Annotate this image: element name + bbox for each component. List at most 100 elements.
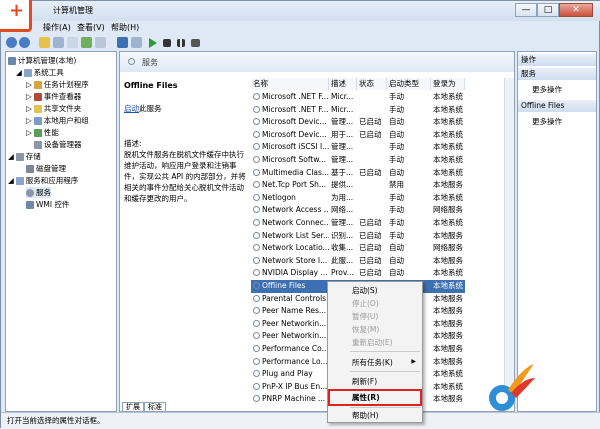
- service-row[interactable]: Microsoft Softw... 管理... 手动 本地系统: [251, 154, 465, 167]
- ctx-start[interactable]: 启动(S): [328, 284, 422, 297]
- service-name-cell: Peer Name Res...: [253, 305, 329, 318]
- service-name-cell: Network Connec...: [253, 217, 329, 230]
- gear-icon: [253, 130, 260, 138]
- menu-action[interactable]: 操作(A): [43, 22, 71, 33]
- close-button[interactable]: ✕: [559, 3, 593, 17]
- service-row[interactable]: Microsoft iSCSI I... 管理... 手动 本地系统: [251, 141, 465, 154]
- forward-icon[interactable]: [19, 37, 30, 48]
- tree-item-wmi[interactable]: WMI 控件: [26, 199, 69, 210]
- service-row[interactable]: Netlogon 为用... 手动 本地系统: [251, 192, 465, 205]
- service-status-cell: 已启动: [359, 167, 382, 177]
- start-service-icon[interactable]: [149, 38, 157, 48]
- service-row[interactable]: Network Access ... 网络... 手动 网络服务: [251, 204, 465, 217]
- tree-item-disk-management[interactable]: 磁盘管理: [26, 163, 66, 174]
- service-name-cell: Multimedia Clas...: [253, 167, 329, 180]
- toolbar: [1, 35, 600, 51]
- ctx-all-tasks[interactable]: 所有任务(K): [328, 356, 422, 369]
- collapse-icon[interactable]: ◢: [16, 68, 22, 77]
- service-desc-cell: 为用...: [331, 192, 354, 202]
- properties-icon[interactable]: [67, 37, 78, 48]
- column-header-status[interactable]: 状态: [357, 78, 387, 90]
- tree-item-services-apps[interactable]: ◢ 服务和应用程序: [8, 175, 78, 186]
- export-list-icon[interactable]: [95, 37, 106, 48]
- service-name-title: Offline Files: [124, 81, 178, 90]
- context-menu: 启动(S) 停止(O) 暂停(U) 恢复(M) 重新启动(E) 所有任务(K) …: [327, 281, 423, 423]
- tree-item-storage[interactable]: ◢ 存储: [8, 151, 41, 162]
- service-row[interactable]: Network Store I... 此服... 已启动 自动 本地服务: [251, 255, 465, 268]
- ctx-help[interactable]: 帮助(H): [328, 409, 422, 422]
- service-row[interactable]: Microsoft .NET F... Micr... 手动 本地系统: [251, 91, 465, 104]
- service-logon-cell: 本地服务: [433, 344, 463, 353]
- tree-item-services[interactable]: 服务: [26, 187, 51, 198]
- service-row[interactable]: Microsoft Devic... 用于... 已启动 自动 本地系统: [251, 129, 465, 142]
- gear-icon: [253, 105, 260, 113]
- tools-icon: [23, 68, 32, 77]
- more-actions-services[interactable]: 更多操作: [532, 84, 562, 95]
- ctx-resume: 恢复(M): [352, 325, 380, 334]
- expand-icon[interactable]: ▷: [26, 104, 32, 113]
- maximize-button[interactable]: □: [537, 3, 559, 17]
- start-service-link[interactable]: 启动: [124, 104, 139, 113]
- service-startup-cell: 自动: [389, 129, 404, 139]
- service-row[interactable]: Network Connec... 管理... 已启动 手动 本地系统: [251, 217, 465, 230]
- expand-icon[interactable]: ▷: [26, 92, 32, 101]
- service-desc-cell: 管理...: [331, 117, 354, 127]
- tab-standard[interactable]: 标准: [144, 402, 166, 412]
- service-status-cell: 已启动: [359, 117, 382, 127]
- actions-group-offline-files[interactable]: Offline Files: [518, 100, 596, 112]
- back-icon[interactable]: [6, 37, 17, 48]
- menu-help[interactable]: 帮助(H): [111, 22, 139, 33]
- column-header-description[interactable]: 描述: [329, 78, 357, 90]
- column-header-name[interactable]: 名称: [251, 78, 329, 90]
- tree-item-local-users[interactable]: ▷ 本地用户和组: [26, 115, 89, 126]
- help-icon[interactable]: [117, 37, 128, 48]
- ctx-refresh[interactable]: 刷新(F): [328, 375, 422, 388]
- collapse-icon[interactable]: ◢: [8, 176, 14, 185]
- minimize-button[interactable]: —: [515, 3, 537, 17]
- column-header-logon-as[interactable]: 登录为: [431, 78, 465, 90]
- tree-item-performance[interactable]: ▷ 性能: [26, 127, 59, 138]
- tree-item-task-scheduler[interactable]: ▷ 任务计划程序: [26, 79, 89, 90]
- restart-service-icon[interactable]: [191, 39, 200, 47]
- service-row[interactable]: Microsoft Devic... 管理... 已启动 自动 本地系统: [251, 116, 465, 129]
- service-row[interactable]: NVIDIA Display ... Prov... 已启动 自动 本地系统: [251, 267, 465, 280]
- tree-item-computer-management[interactable]: 计算机管理(本地): [8, 55, 76, 66]
- stop-service-icon[interactable]: [163, 39, 171, 47]
- service-name-cell: Network Access ...: [253, 204, 329, 217]
- service-row[interactable]: Microsoft .NET F... Micr... 手动 本地系统: [251, 104, 465, 117]
- gear-icon: [253, 143, 260, 151]
- vertical-scrollbar[interactable]: [504, 78, 514, 402]
- description-text: 脱机文件服务在脱机文件缓存中执行维护活动，响应用户登录和注销事件，实现公共 AP…: [124, 150, 246, 203]
- expand-icon[interactable]: ▷: [26, 80, 32, 89]
- tree-item-shared-folders[interactable]: ▷ 共享文件夹: [26, 103, 81, 114]
- service-row[interactable]: Network Locatio... 收集... 已启动 自动 网络服务: [251, 242, 465, 255]
- service-name-cell: PnP-X IP Bus En...: [253, 381, 329, 394]
- services-header: 服务: [120, 52, 514, 72]
- service-name-cell: Microsoft .NET F...: [253, 91, 329, 104]
- menu-view[interactable]: 查看(V): [77, 22, 105, 33]
- tree-item-device-manager[interactable]: 设备管理器: [34, 139, 82, 150]
- actions-group-services[interactable]: 服务: [518, 68, 596, 80]
- up-folder-icon[interactable]: [39, 37, 50, 48]
- wmi-icon: [26, 200, 34, 209]
- column-header-startup-type[interactable]: 启动类型: [387, 78, 431, 90]
- pause-service-icon[interactable]: [177, 39, 185, 47]
- expand-icon[interactable]: ▷: [26, 128, 32, 137]
- expand-icon[interactable]: ▷: [26, 116, 32, 125]
- show-hide-tree-icon[interactable]: [53, 37, 64, 48]
- service-name-cell: Netlogon: [253, 192, 329, 205]
- more-actions-offline-files[interactable]: 更多操作: [532, 116, 562, 127]
- refresh-icon[interactable]: [81, 37, 92, 48]
- gear-icon: [253, 269, 260, 277]
- collapse-icon[interactable]: ◢: [8, 152, 14, 161]
- ctx-separator: [350, 371, 420, 372]
- ctx-separator: [350, 351, 420, 352]
- tab-extended[interactable]: 扩展: [122, 402, 144, 412]
- service-row[interactable]: Network List Ser... 识别... 已启动 手动 本地服务: [251, 230, 465, 243]
- tree-item-event-viewer[interactable]: ▷ 事件查看器: [26, 91, 81, 102]
- service-row[interactable]: Multimedia Clas... 基于... 已启动 自动 本地系统: [251, 167, 465, 180]
- tree-item-system-tools[interactable]: ◢ 系统工具: [16, 67, 64, 78]
- service-row[interactable]: Net.Tcp Port Sh... 提供... 禁用 本地服务: [251, 179, 465, 192]
- site-logo-icon: [0, 0, 32, 32]
- action-pane-icon[interactable]: [131, 37, 142, 48]
